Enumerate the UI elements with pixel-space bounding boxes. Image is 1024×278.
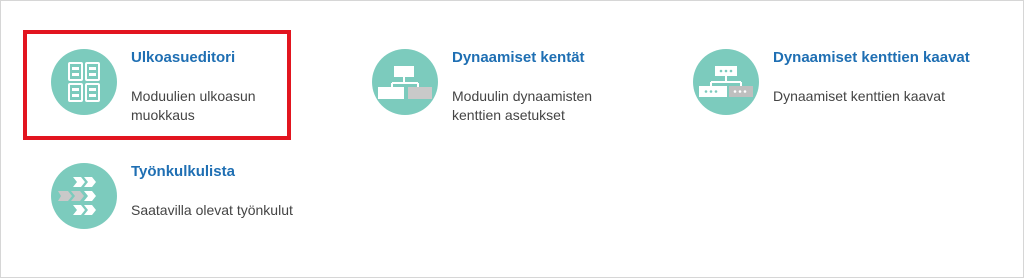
tile-title[interactable]: Dynaamiset kentät <box>452 49 585 67</box>
tile-description: Dynaamiset kenttien kaavat <box>773 88 945 104</box>
tile-title[interactable]: Työnkulkulista <box>131 163 235 181</box>
dynamic-fields-icon <box>372 49 438 115</box>
field-formulas-icon <box>693 49 759 115</box>
tile-title[interactable]: Dynaamiset kenttien kaavat <box>773 49 970 67</box>
tile-description: Moduulin dynaamisten kenttien asetukset <box>452 88 593 123</box>
settings-panel: Ulkoasueditori Moduulien ulkoasun muokka… <box>0 0 1024 278</box>
workflow-list-icon <box>51 163 117 229</box>
tile-description: Saatavilla olevat työnkulut <box>131 202 293 218</box>
highlight-box <box>23 30 291 140</box>
